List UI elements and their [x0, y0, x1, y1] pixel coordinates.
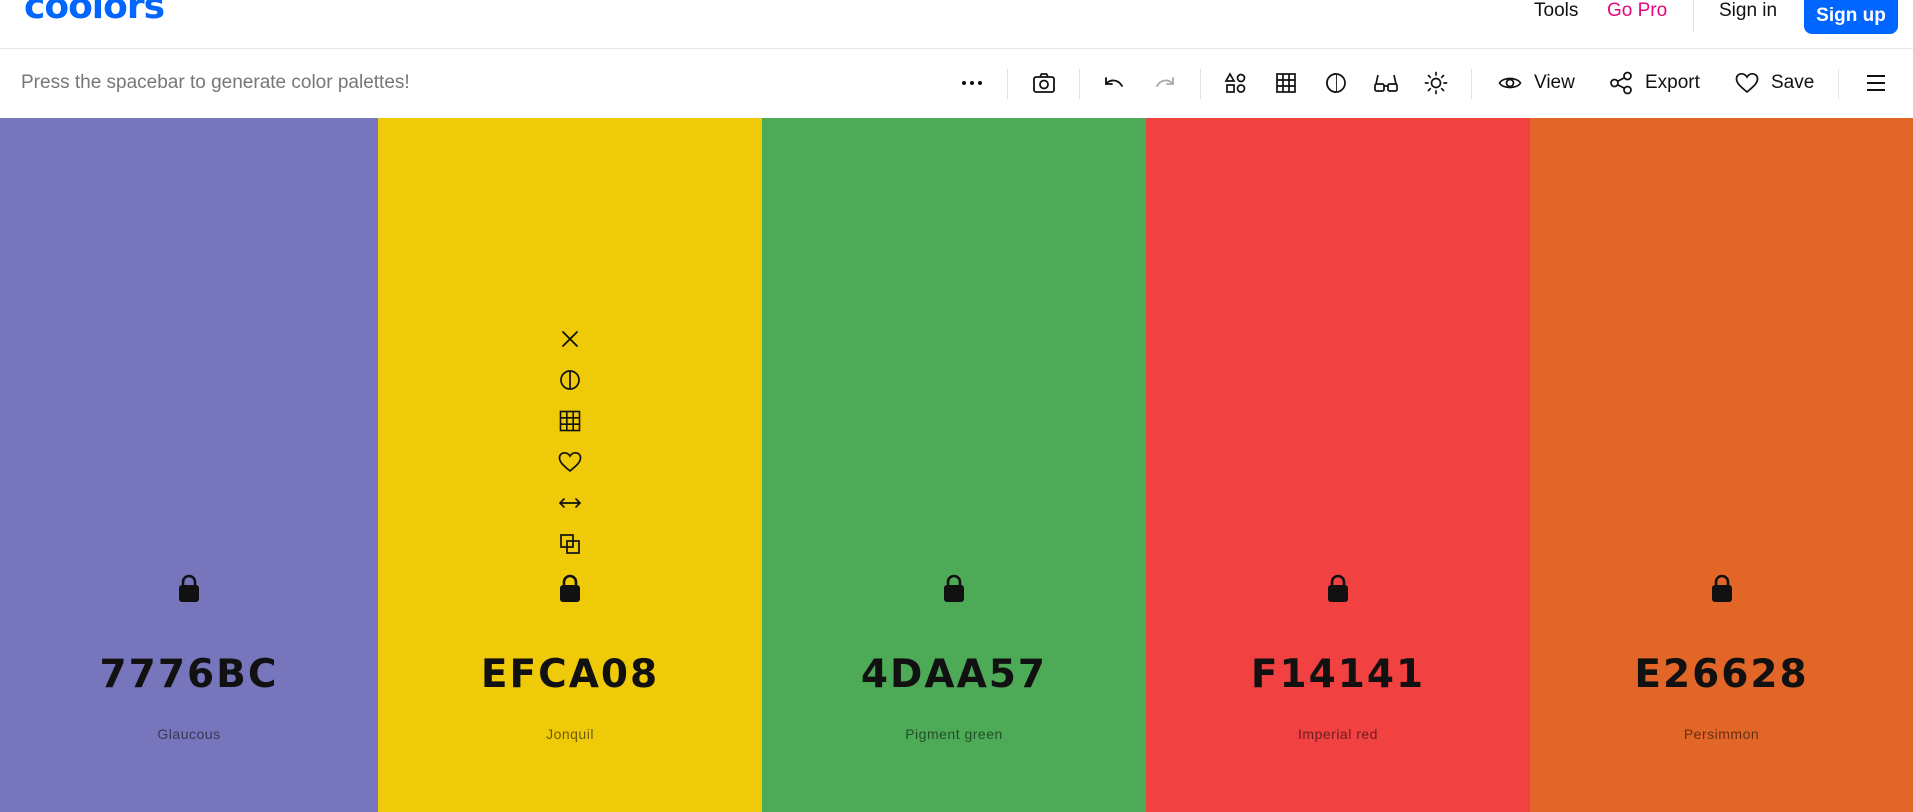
grid-icon — [1276, 73, 1296, 93]
color-column[interactable]: E26628 Persimmon — [1530, 118, 1913, 812]
quick-view-button[interactable] — [1029, 66, 1059, 100]
close-icon — [562, 331, 578, 347]
camera-icon — [1033, 73, 1055, 93]
color-hex[interactable]: E26628 — [1530, 652, 1913, 697]
color-name[interactable]: Imperial red — [1146, 726, 1530, 742]
go-pro-link[interactable]: Go Pro — [1607, 0, 1667, 22]
eye-icon — [1498, 77, 1522, 89]
lock-icon[interactable] — [557, 573, 583, 603]
color-name[interactable]: Glaucous — [0, 726, 378, 742]
redo-button[interactable] — [1150, 66, 1180, 100]
sun-icon — [1424, 71, 1448, 95]
spacebar-hint: Press the spacebar to generate color pal… — [21, 72, 410, 93]
redo-icon — [1156, 77, 1174, 87]
contrast-icon — [560, 370, 580, 390]
explore-button[interactable] — [1221, 66, 1251, 100]
top-nav: coolors Tools Go Pro Sign in Sign up — [0, 0, 1913, 49]
heart-icon — [558, 451, 582, 473]
lock-icon[interactable] — [941, 573, 967, 603]
color-hex[interactable]: 7776BC — [0, 652, 378, 697]
adjust-palette-button[interactable] — [1421, 66, 1451, 100]
color-hex[interactable]: 4DAA57 — [762, 652, 1146, 697]
contrast-icon — [1326, 73, 1346, 93]
share-icon — [1610, 71, 1632, 95]
menu-button[interactable] — [1861, 66, 1891, 100]
coolors-logo[interactable]: coolors — [24, 0, 165, 27]
column-tools — [557, 326, 583, 572]
undo-button[interactable] — [1099, 66, 1129, 100]
toolbar-divider — [1471, 69, 1472, 99]
save-button[interactable]: Save — [1735, 66, 1814, 100]
color-hex[interactable]: F14141 — [1146, 652, 1530, 697]
color-blindness-button[interactable] — [1371, 66, 1401, 100]
contrast-button[interactable] — [557, 367, 583, 393]
toolbar-divider — [1200, 69, 1201, 99]
color-hex[interactable]: EFCA08 — [378, 652, 762, 697]
view-button[interactable]: View — [1498, 66, 1575, 100]
palette-toolbar: Press the spacebar to generate color pal… — [0, 49, 1913, 119]
copy-hex-button[interactable] — [557, 531, 583, 557]
contrast-checker-button[interactable] — [1321, 66, 1351, 100]
shapes-icon — [1224, 72, 1246, 93]
toolbar-divider — [1838, 69, 1839, 99]
heart-icon — [1735, 72, 1759, 94]
color-palette: 7776BC Glaucous EFCA08 Jonquil 4DAA57 Pi… — [0, 118, 1913, 812]
lock-icon[interactable] — [1325, 573, 1351, 603]
favorite-color-button[interactable] — [557, 449, 583, 475]
export-label: Export — [1645, 72, 1700, 93]
drag-icon — [558, 498, 582, 508]
sign-in-link[interactable]: Sign in — [1719, 0, 1777, 22]
more-icon — [962, 81, 982, 85]
more-options-button[interactable] — [957, 66, 987, 100]
color-column[interactable]: 7776BC Glaucous — [0, 118, 378, 812]
nav-divider — [1693, 0, 1694, 32]
shades-button[interactable] — [557, 408, 583, 434]
color-column[interactable]: F14141 Imperial red — [1146, 118, 1530, 812]
color-name[interactable]: Pigment green — [762, 726, 1146, 742]
color-column[interactable]: 4DAA57 Pigment green — [762, 118, 1146, 812]
save-label: Save — [1771, 72, 1815, 93]
export-button[interactable]: Export — [1609, 66, 1700, 100]
color-name[interactable]: Persimmon — [1530, 726, 1913, 742]
color-column[interactable]: EFCA08 Jonquil — [378, 118, 762, 812]
color-grid-button[interactable] — [1271, 66, 1301, 100]
glasses-icon — [1374, 74, 1398, 92]
undo-icon — [1105, 77, 1123, 87]
lock-icon[interactable] — [176, 573, 202, 603]
remove-color-button[interactable] — [557, 326, 583, 352]
menu-icon — [1867, 75, 1885, 91]
sign-up-button[interactable]: Sign up — [1804, 0, 1898, 34]
copy-icon — [560, 534, 580, 554]
toolbar-divider — [1007, 69, 1008, 99]
view-label: View — [1534, 72, 1575, 93]
grid-icon — [559, 410, 581, 432]
toolbar-divider — [1079, 69, 1080, 99]
lock-icon[interactable] — [1709, 573, 1735, 603]
tools-link[interactable]: Tools — [1534, 0, 1578, 22]
color-name[interactable]: Jonquil — [378, 726, 762, 742]
drag-button[interactable] — [557, 490, 583, 516]
